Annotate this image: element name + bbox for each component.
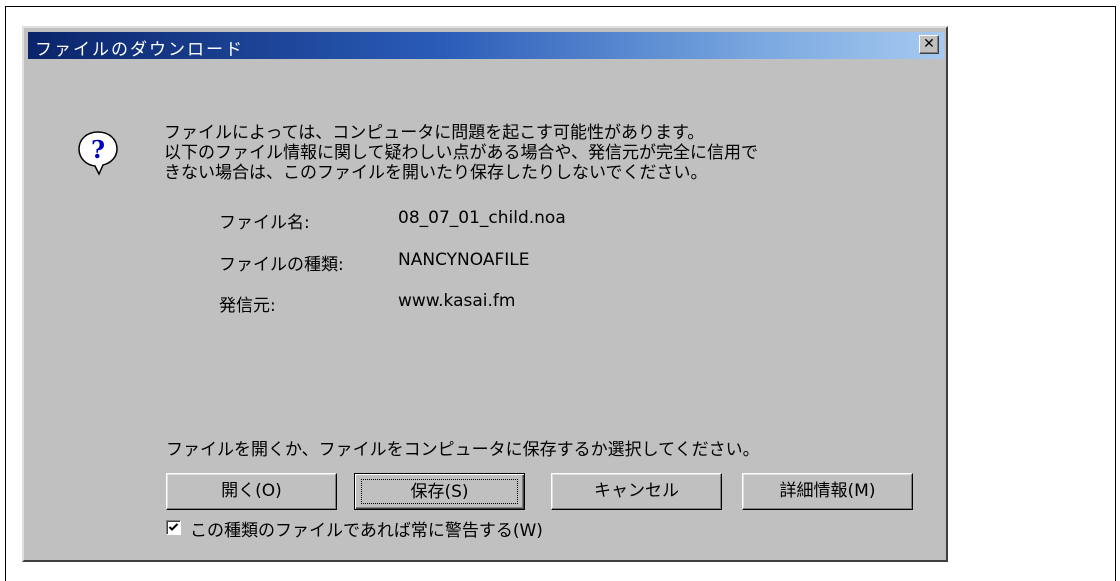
action-prompt: ファイルを開くか、ファイルをコンピュータに保存するか選択してください。 — [166, 440, 760, 460]
file-type-value: NANCYNOAFILE — [398, 250, 530, 270]
warning-line-3: きない場合は、このファイルを開いたり保存したりしないでください。 — [164, 163, 708, 183]
dialog-title: ファイルのダウンロード — [35, 40, 244, 60]
cancel-button-label: キャンセル — [594, 481, 679, 501]
title-bar[interactable]: ファイルのダウンロード ✕ — [28, 32, 944, 60]
open-button[interactable]: 開く(O) — [166, 473, 337, 510]
question-icon: ? — [78, 131, 118, 176]
source-label: 発信元: — [219, 296, 276, 316]
cancel-button[interactable]: キャンセル — [551, 473, 722, 510]
file-name-label: ファイル名: — [219, 213, 310, 233]
close-icon: ✕ — [923, 36, 935, 52]
file-type-label: ファイルの種類: — [219, 255, 344, 275]
details-button[interactable]: 詳細情報(M) — [742, 473, 913, 510]
open-button-label: 開く(O) — [221, 481, 282, 501]
source-value: www.kasai.fm — [398, 291, 516, 311]
file-download-dialog: ファイルのダウンロード ✕ ? ファイルによっては、コンピュータに問題を起こす可… — [22, 26, 948, 562]
focus-ring: 保存(S) — [361, 479, 518, 504]
warning-line-1: ファイルによっては、コンピュータに問題を起こす可能性があります。 — [164, 123, 705, 143]
save-button[interactable]: 保存(S) — [354, 473, 525, 510]
details-button-label: 詳細情報(M) — [779, 481, 876, 501]
save-button-label: 保存(S) — [410, 482, 469, 502]
svg-text:?: ? — [91, 135, 105, 164]
checkmark-icon — [168, 523, 179, 531]
warning-message: ファイルによっては、コンピュータに問題を起こす可能性があります。 以下のファイル… — [164, 123, 758, 183]
always-warn-label[interactable]: この種類のファイルであれば常に警告する(W) — [190, 516, 543, 541]
close-button[interactable]: ✕ — [919, 35, 939, 54]
always-warn-checkbox[interactable] — [166, 520, 181, 535]
file-name-value: 08_07_01_child.noa — [398, 208, 566, 228]
warning-line-2: 以下のファイル情報に関して疑わしい点がある場合や、発信元が完全に信用で — [164, 143, 758, 163]
